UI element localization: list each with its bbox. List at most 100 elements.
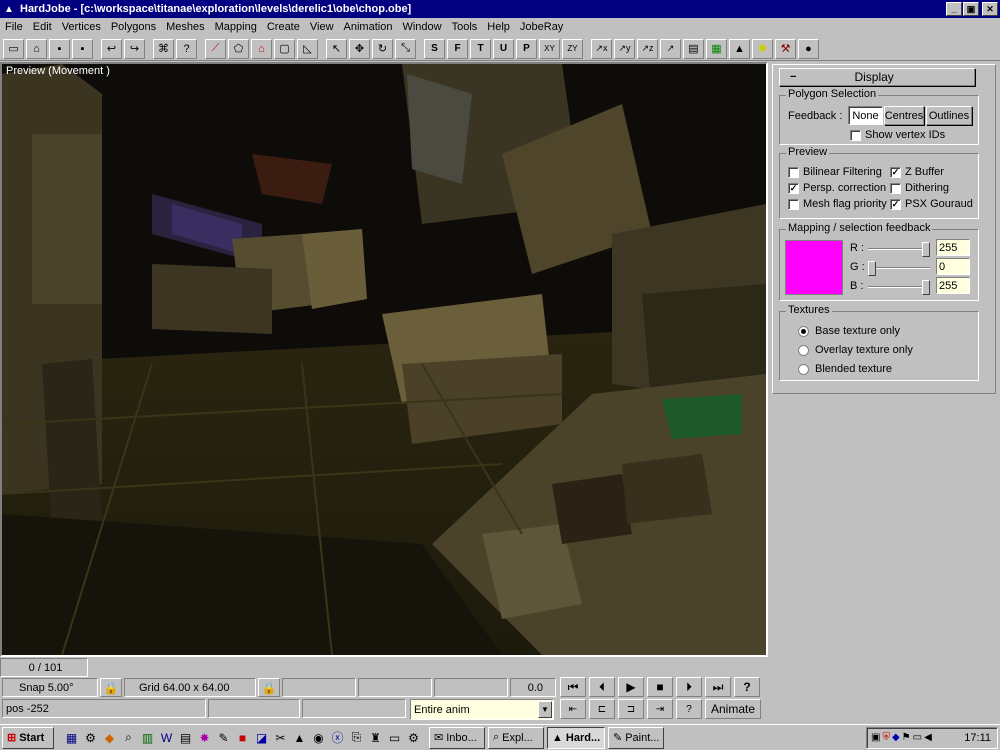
mesh-flag-priority-checkbox[interactable]: Mesh flag priority — [788, 198, 887, 210]
base-texture-radio[interactable]: Base texture only — [798, 325, 900, 337]
r-slider[interactable] — [868, 242, 930, 257]
cone-icon[interactable]: ▲ — [729, 38, 750, 59]
quicklaunch-cone-icon[interactable]: ▲ — [290, 728, 309, 747]
tree-icon[interactable]: ⌘ — [153, 38, 174, 59]
rotate-icon[interactable]: ↻ — [372, 38, 393, 59]
dropdown-arrow-icon[interactable]: ▼ — [538, 701, 552, 718]
light-bulb-icon[interactable]: ✺ — [752, 38, 773, 59]
menu-mapping[interactable]: Mapping — [212, 21, 260, 33]
tray-blue-icon[interactable]: ◆ — [892, 732, 900, 743]
r-value-field[interactable]: 255 — [936, 239, 970, 256]
tray-network-icon[interactable]: ▣ — [871, 732, 880, 743]
quicklaunch-app-icon[interactable]: ◆ — [100, 728, 119, 747]
quicklaunch-figure-icon[interactable]: ♜ — [366, 728, 385, 747]
axis-all-icon[interactable]: ↗ — [660, 38, 681, 59]
new-file-icon[interactable]: ▭ — [3, 38, 24, 59]
tray-flag-icon[interactable]: ⚑ — [902, 732, 911, 743]
quicklaunch-paint-icon[interactable]: ◪ — [252, 728, 271, 747]
restore-button[interactable]: ▣ — [963, 2, 979, 16]
key-first-icon[interactable]: ⇤ — [560, 699, 586, 719]
menu-vertices[interactable]: Vertices — [59, 21, 104, 33]
save-icon[interactable]: ▪ — [49, 38, 70, 59]
menu-window[interactable]: Window — [399, 21, 444, 33]
quicklaunch-gear-icon[interactable]: ⚙ — [404, 728, 423, 747]
axis-x-icon[interactable]: ↗x — [591, 38, 612, 59]
axis-z-icon[interactable]: ↗z — [637, 38, 658, 59]
quicklaunch-red-icon[interactable]: ■ — [233, 728, 252, 747]
texture-icon[interactable]: ▦ — [706, 38, 727, 59]
quicklaunch-notepad-icon[interactable]: ▤ — [176, 728, 195, 747]
quicklaunch-clip-icon[interactable]: ⎘ — [347, 728, 366, 747]
quicklaunch-globe-icon[interactable]: ◉ — [309, 728, 328, 747]
display-header[interactable]: − Display — [779, 68, 975, 86]
tray-shield-icon[interactable]: ⛨ — [882, 732, 890, 743]
cube-icon[interactable]: ▢ — [274, 38, 295, 59]
menu-joberay[interactable]: JobeRay — [517, 21, 566, 33]
close-button[interactable]: ✕ — [982, 2, 998, 16]
key-next-icon[interactable]: ⊐ — [618, 699, 644, 719]
view-zy-button[interactable]: ZY — [562, 38, 583, 59]
tray-volume-icon[interactable]: ◀ — [924, 732, 932, 743]
task-hardjobe[interactable]: ▲ Hard... — [547, 726, 605, 749]
zbuffer-checkbox[interactable]: ✓ Z Buffer — [890, 166, 944, 178]
tray-monitor-icon[interactable]: ▭ — [913, 732, 922, 743]
select-arrow-icon[interactable]: ↖ — [326, 38, 347, 59]
undo-icon[interactable]: ↩ — [101, 38, 122, 59]
show-vertex-ids-checkbox[interactable]: Show vertex IDs — [850, 129, 945, 141]
task-inbox[interactable]: ✉ Inbo... — [429, 726, 485, 749]
preview-viewport[interactable]: Preview (Movement ) — [0, 62, 768, 657]
dithering-checkbox[interactable]: Dithering — [890, 182, 949, 194]
axis-y-icon[interactable]: ↗y — [614, 38, 635, 59]
task-paint[interactable]: ✎ Paint... — [608, 726, 664, 749]
minimize-button[interactable]: _ — [946, 2, 962, 16]
b-slider[interactable] — [868, 280, 930, 295]
menu-tools[interactable]: Tools — [449, 21, 481, 33]
bilinear-filtering-checkbox[interactable]: Bilinear Filtering — [788, 166, 882, 178]
hammer-icon[interactable]: ⚒ — [775, 38, 796, 59]
menu-polygons[interactable]: Polygons — [108, 21, 159, 33]
quicklaunch-word-icon[interactable]: W — [157, 728, 176, 747]
menu-view[interactable]: View — [307, 21, 337, 33]
key-last-icon[interactable]: ⇥ — [647, 699, 673, 719]
task-explorer[interactable]: ⌕ Expl... — [488, 726, 544, 749]
step-back-icon[interactable]: ⏴ — [589, 677, 615, 697]
document-icon[interactable]: ▤ — [683, 38, 704, 59]
mode-f-button[interactable]: F — [447, 38, 468, 59]
quicklaunch-brush-icon[interactable]: ✎ — [214, 728, 233, 747]
start-button[interactable]: ⊞ Start — [2, 726, 54, 749]
save-all-icon[interactable]: ▪ — [72, 38, 93, 59]
step-forward-icon[interactable]: ⏵ — [676, 677, 702, 697]
feedback-outlines-button[interactable]: Outlines — [926, 106, 972, 125]
overlay-texture-radio[interactable]: Overlay texture only — [798, 344, 913, 356]
quicklaunch-explorer-icon[interactable]: ▦ — [62, 728, 81, 747]
stop-icon[interactable]: ■ — [647, 677, 673, 697]
menu-animation[interactable]: Animation — [341, 21, 396, 33]
mode-u-button[interactable]: U — [493, 38, 514, 59]
g-value-field[interactable]: 0 — [936, 258, 970, 275]
menu-file[interactable]: File — [2, 21, 26, 33]
wedge-icon[interactable]: ◺ — [297, 38, 318, 59]
skip-end-icon[interactable]: ⏭ — [705, 677, 731, 697]
view-xy-button[interactable]: XY — [539, 38, 560, 59]
house-icon[interactable]: ⌂ — [251, 38, 272, 59]
menu-help[interactable]: Help — [484, 21, 513, 33]
animate-button[interactable]: Animate — [705, 699, 761, 719]
mode-s-button[interactable]: S — [424, 38, 445, 59]
b-slider-thumb[interactable] — [922, 280, 930, 295]
anim-help-icon[interactable]: ? — [734, 677, 760, 697]
psx-gouraud-checkbox[interactable]: ✓ PSX Gouraud — [890, 198, 973, 210]
quicklaunch-tool-icon[interactable]: ✂ — [271, 728, 290, 747]
menu-create[interactable]: Create — [264, 21, 303, 33]
anim-select[interactable]: Entire anim ▼ — [410, 699, 554, 720]
quicklaunch-bug-icon[interactable]: ✸ — [195, 728, 214, 747]
quicklaunch-settings-icon[interactable]: ⚙ — [81, 728, 100, 747]
persp-correction-checkbox[interactable]: ✓ Persp. correction — [788, 182, 886, 194]
quicklaunch-x-icon[interactable]: ⓧ — [328, 728, 347, 747]
b-value-field[interactable]: 255 — [936, 277, 970, 294]
scale-icon[interactable]: ⤡ — [395, 38, 416, 59]
g-slider[interactable] — [868, 261, 930, 276]
feedback-none-button[interactable]: None — [848, 106, 883, 125]
key-help-icon[interactable]: ? — [676, 699, 702, 719]
r-slider-thumb[interactable] — [922, 242, 930, 257]
polygon-icon[interactable]: ⬠ — [228, 38, 249, 59]
